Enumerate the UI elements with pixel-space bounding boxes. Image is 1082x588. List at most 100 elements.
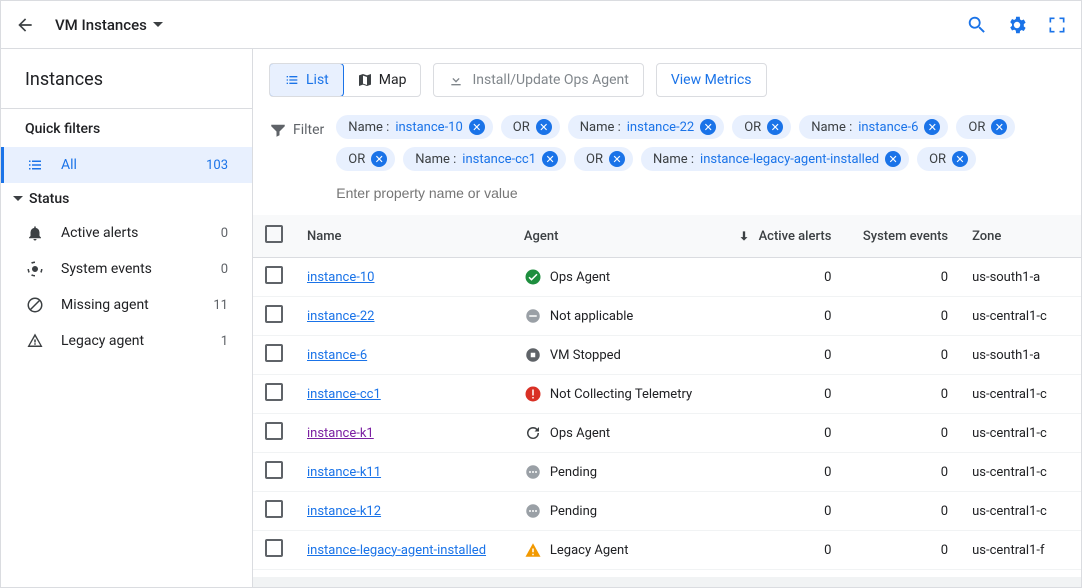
filter-chip-name[interactable]: Name : instance-legacy-agent-installed✕ <box>641 147 909 171</box>
system-events-cell: 0 <box>843 492 960 531</box>
filter-chip-name[interactable]: Name : instance-cc1✕ <box>403 147 566 171</box>
chip-remove-icon[interactable]: ✕ <box>767 119 783 135</box>
agent-status-text: Not Collecting Telemetry <box>550 387 692 402</box>
list-icon <box>25 155 45 175</box>
sidebar: Instances Quick filters All 103 Status A… <box>1 49 253 587</box>
chip-remove-icon[interactable]: ✕ <box>371 151 387 167</box>
install-label: Install/Update Ops Agent <box>472 72 628 88</box>
row-checkbox[interactable] <box>265 266 283 284</box>
sidebar-item-count: 0 <box>221 226 228 241</box>
breadcrumb-label: VM Instances <box>55 16 147 34</box>
row-checkbox[interactable] <box>265 539 283 557</box>
column-agent[interactable]: Agent <box>512 215 717 258</box>
missing-icon <box>25 295 45 315</box>
instance-name-link[interactable]: instance-k12 <box>307 504 381 519</box>
sidebar-item-label: Missing agent <box>61 297 213 313</box>
filter-chip-or[interactable]: OR ✕ <box>336 147 395 171</box>
row-checkbox[interactable] <box>265 305 283 323</box>
filter-label[interactable]: Filter <box>269 115 324 139</box>
filter-chip-or[interactable]: OR✕ <box>956 115 1015 139</box>
filter-chip-name[interactable]: Name : instance-10✕ <box>336 115 492 139</box>
active-alerts-cell: 0 <box>717 531 843 570</box>
gear-icon <box>1006 14 1028 36</box>
fullscreen-button[interactable] <box>1045 13 1069 37</box>
table-row: instance-10Ops Agent00us-south1-a <box>253 258 1081 297</box>
chip-key: OR <box>744 120 761 135</box>
agent-status-icon <box>524 307 542 325</box>
row-checkbox[interactable] <box>265 461 283 479</box>
sidebar-item-legacy-agent[interactable]: Legacy agent1 <box>1 323 252 359</box>
chip-remove-icon[interactable]: ✕ <box>469 119 485 135</box>
chip-remove-icon[interactable]: ✕ <box>991 119 1007 135</box>
chip-key: Name : <box>811 120 852 135</box>
instance-name-link[interactable]: instance-cc1 <box>307 387 381 402</box>
instance-name-link[interactable]: instance-10 <box>307 270 374 285</box>
filter-chip-or[interactable]: OR ✕ <box>732 115 791 139</box>
instance-name-link[interactable]: instance-22 <box>307 309 374 324</box>
chip-remove-icon[interactable]: ✕ <box>609 151 625 167</box>
filter-chip-or[interactable]: OR✕ <box>917 147 976 171</box>
chip-remove-icon[interactable]: ✕ <box>536 119 552 135</box>
column-system-events[interactable]: System events <box>843 215 960 258</box>
column-active-alerts-label: Active alerts <box>759 229 832 244</box>
table-wrap[interactable]: Name Agent Active alerts System events Z… <box>253 215 1081 577</box>
sidebar-item-label: Active alerts <box>61 225 221 241</box>
search-button[interactable] <box>965 13 989 37</box>
chip-remove-icon[interactable]: ✕ <box>700 119 716 135</box>
instance-name-link[interactable]: instance-k1 <box>307 426 374 441</box>
agent-status-icon <box>524 268 542 286</box>
instance-name-link[interactable]: instance-legacy-agent-installed <box>307 543 486 558</box>
breadcrumb[interactable]: VM Instances <box>55 16 163 34</box>
instance-name-link[interactable]: instance-6 <box>307 348 367 363</box>
map-view-button[interactable]: Map <box>343 64 421 96</box>
list-view-button[interactable]: List <box>269 63 344 97</box>
select-all-checkbox[interactable] <box>265 225 283 243</box>
view-metrics-button[interactable]: View Metrics <box>656 63 767 97</box>
zone-cell: us-central1-c <box>960 297 1081 336</box>
row-checkbox[interactable] <box>265 383 283 401</box>
sidebar-item-count: 103 <box>206 158 228 173</box>
zone-cell: us-central1-c <box>960 453 1081 492</box>
active-alerts-cell: 0 <box>717 453 843 492</box>
sidebar-item-count: 0 <box>221 262 228 277</box>
filter-bar: Filter Name : instance-10✕OR✕Name : inst… <box>253 111 1081 215</box>
sidebar-item-all[interactable]: All 103 <box>1 147 252 183</box>
download-icon <box>448 72 464 88</box>
status-heading-label: Status <box>29 191 69 207</box>
column-active-alerts[interactable]: Active alerts <box>717 215 843 258</box>
sidebar-item-label: System events <box>61 261 221 277</box>
install-ops-agent-button[interactable]: Install/Update Ops Agent <box>433 63 643 97</box>
chip-value: instance-legacy-agent-installed <box>700 152 879 167</box>
status-heading[interactable]: Status <box>1 183 252 215</box>
list-icon <box>284 72 300 88</box>
filter-input[interactable] <box>336 179 556 207</box>
filter-chip-name[interactable]: Name : instance-6✕ <box>799 115 948 139</box>
filter-chip-name[interactable]: Name : instance-22✕ <box>568 115 724 139</box>
chip-key: OR <box>348 152 365 167</box>
table-row: instance-legacy-agent-installedLegacy Ag… <box>253 531 1081 570</box>
system-events-cell: 0 <box>843 258 960 297</box>
sidebar-item-system-events[interactable]: System events0 <box>1 251 252 287</box>
sidebar-item-count: 11 <box>213 298 228 313</box>
chip-remove-icon[interactable]: ✕ <box>952 151 968 167</box>
column-zone[interactable]: Zone <box>960 215 1081 258</box>
filter-chip-or[interactable]: OR✕ <box>574 147 633 171</box>
row-checkbox[interactable] <box>265 500 283 518</box>
toolbar: List Map Install/Update Ops Agent View M… <box>253 49 1081 111</box>
instance-name-link[interactable]: instance-k11 <box>307 465 381 480</box>
sidebar-item-missing-agent[interactable]: Missing agent11 <box>1 287 252 323</box>
column-name[interactable]: Name <box>295 215 512 258</box>
filter-chip-or[interactable]: OR✕ <box>501 115 560 139</box>
sidebar-item-active-alerts[interactable]: Active alerts0 <box>1 215 252 251</box>
chip-remove-icon[interactable]: ✕ <box>924 119 940 135</box>
row-checkbox[interactable] <box>265 344 283 362</box>
back-button[interactable] <box>13 13 37 37</box>
agent-status-text: VM Stopped <box>550 348 621 363</box>
chip-remove-icon[interactable]: ✕ <box>542 151 558 167</box>
row-checkbox[interactable] <box>265 422 283 440</box>
system-events-cell: 0 <box>843 453 960 492</box>
active-alerts-cell: 0 <box>717 258 843 297</box>
chip-remove-icon[interactable]: ✕ <box>885 151 901 167</box>
settings-button[interactable] <box>1005 13 1029 37</box>
horizontal-scrollbar[interactable] <box>253 577 1081 587</box>
